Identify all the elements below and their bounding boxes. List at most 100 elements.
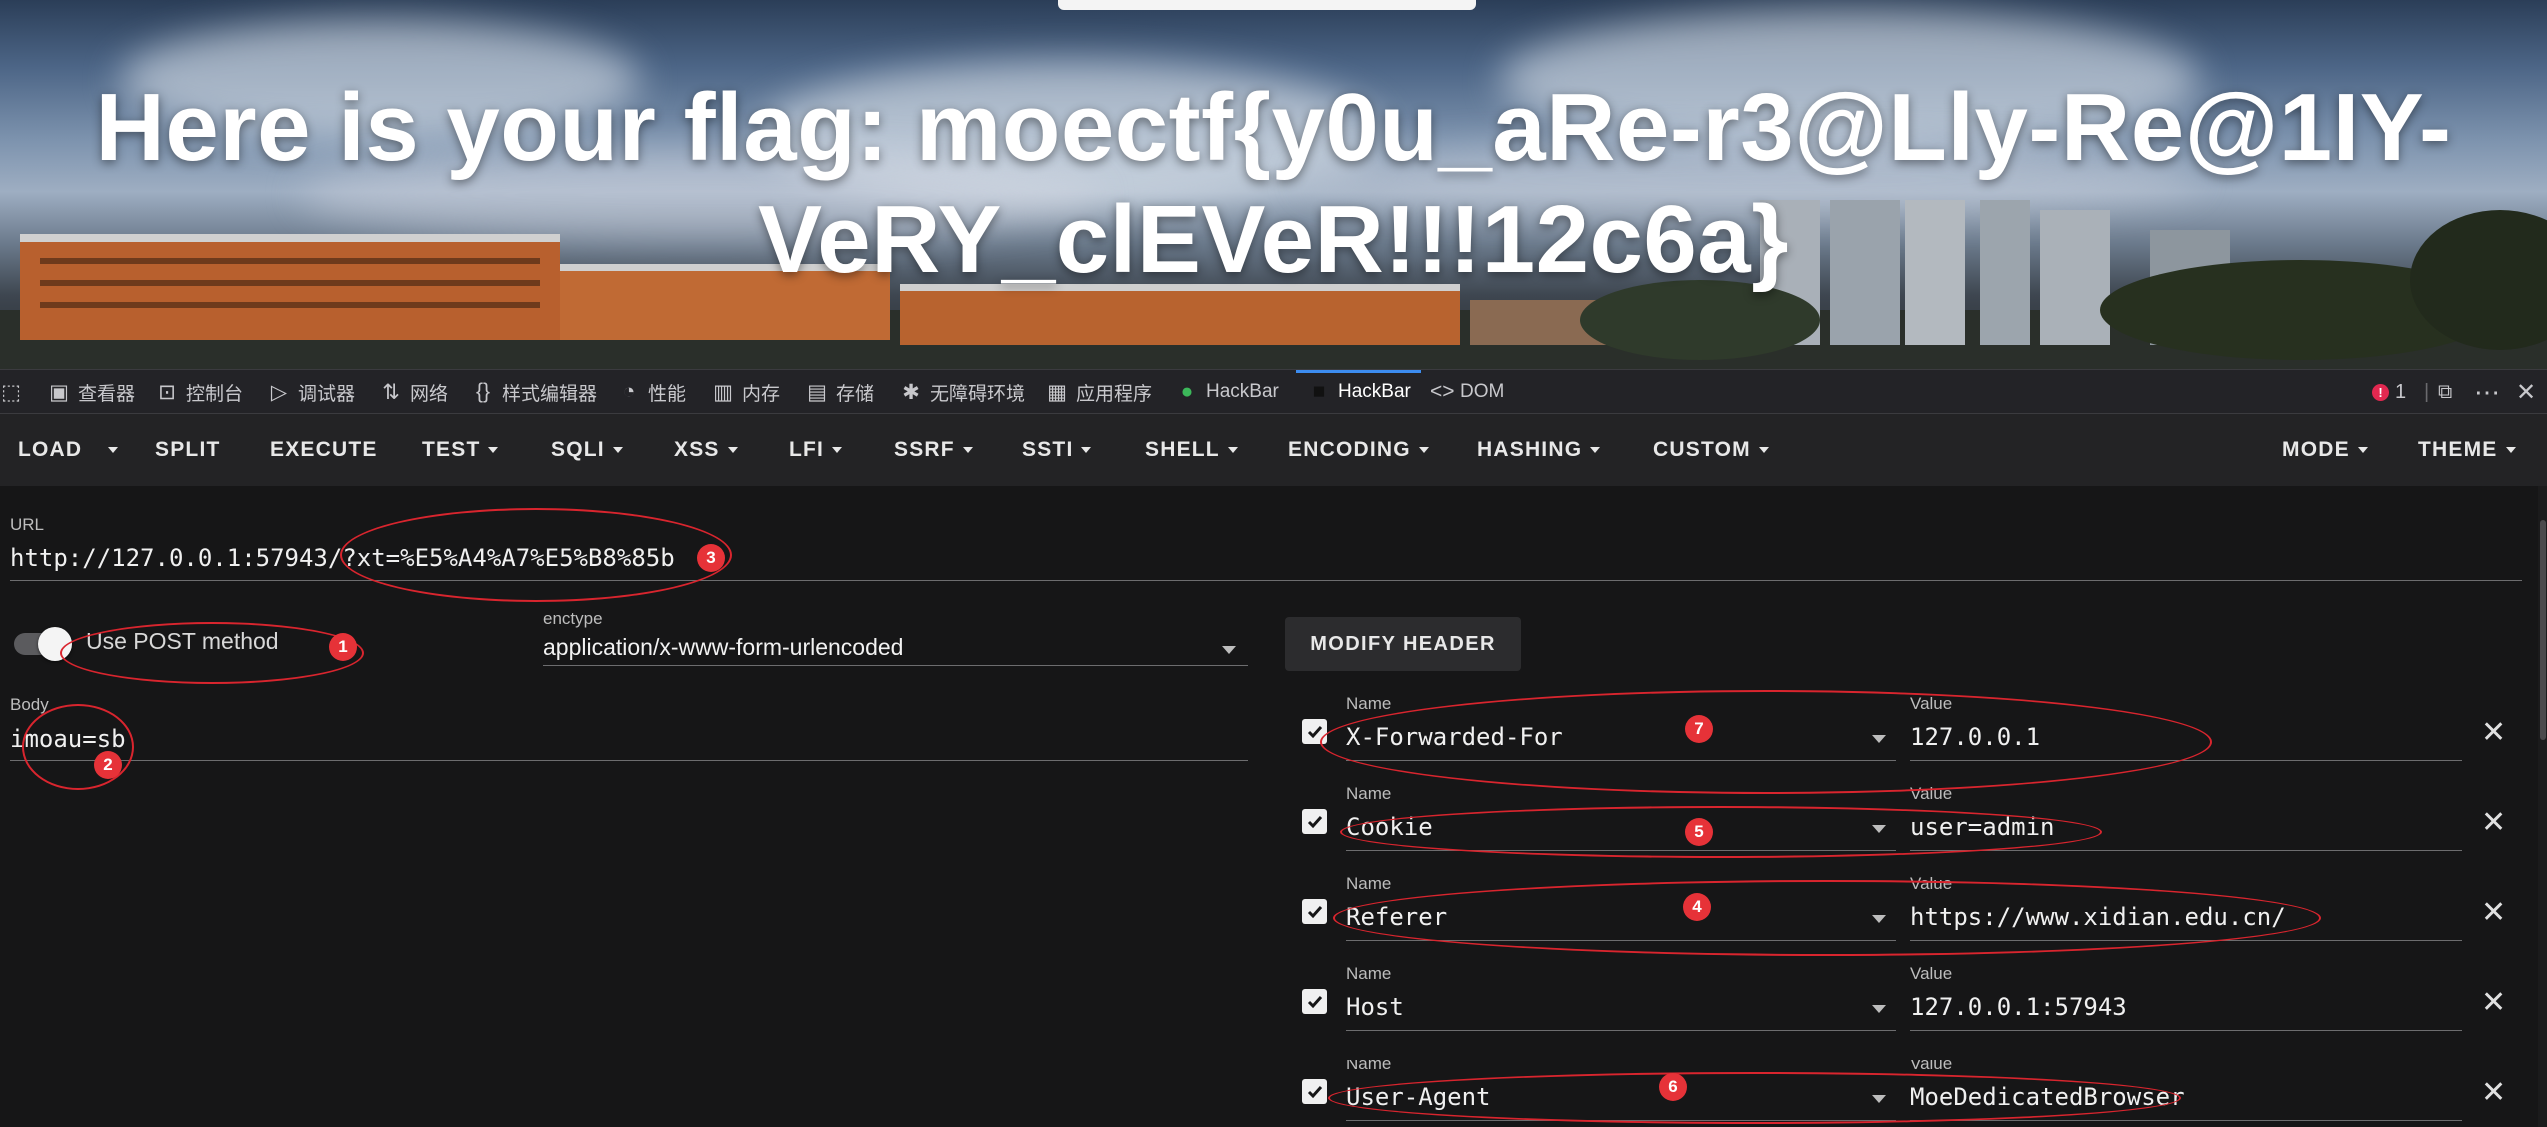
shell-menu[interactable]: SHELL: [1145, 414, 1238, 486]
header-enabled-checkbox[interactable]: [1302, 1079, 1327, 1104]
separator: |: [2424, 380, 2430, 403]
enctype-select[interactable]: application/x-www-form-urlencoded: [543, 634, 903, 661]
header-name-input[interactable]: Host: [1346, 993, 1404, 1021]
header-value-label: Value: [1910, 1060, 1953, 1073]
delete-header-icon[interactable]: ✕: [2481, 1078, 2506, 1108]
tab-storage[interactable]: ▤ 存储: [806, 370, 874, 414]
execute-button[interactable]: EXECUTE: [270, 414, 378, 486]
tab-console[interactable]: ⊡ 控制台: [156, 370, 243, 414]
mode-label: MODE: [2282, 438, 2350, 461]
load-label: LOAD: [18, 438, 83, 461]
header-name-dropdown-icon[interactable]: [1872, 915, 1886, 923]
page-top-strip: [1058, 0, 1476, 10]
flag-heading: Here is your flag: moectf{y0u_aRe-r3@Lly…: [40, 72, 2507, 296]
performance-icon: ◔: [622, 380, 636, 403]
ssrf-menu[interactable]: SSRF: [894, 414, 973, 486]
sqli-menu[interactable]: SQLI: [551, 414, 623, 486]
header-name-dropdown-icon[interactable]: [1872, 1095, 1886, 1103]
xss-menu[interactable]: XSS: [674, 414, 738, 486]
xss-label: XSS: [674, 438, 720, 461]
dom-icon: <>: [1430, 380, 1455, 403]
tab-style-editor[interactable]: {} 样式编辑器: [472, 370, 597, 414]
hackbar-menu-bar: LOAD SPLIT EXECUTE TEST SQLI XSS LFI SSR…: [0, 414, 2547, 486]
load-button[interactable]: LOAD: [18, 414, 82, 486]
tab-accessibility[interactable]: ✱ 无障碍环境: [900, 370, 1025, 414]
chevron-down-icon: [2505, 447, 2516, 453]
toggle-knob[interactable]: [38, 627, 72, 661]
header-row: Name Value Cookie user=admin ✕: [0, 784, 2547, 880]
header-name-dropdown-icon[interactable]: [1872, 825, 1886, 833]
header-enabled-checkbox[interactable]: [1302, 719, 1327, 744]
header-value-input[interactable]: https://www.xidian.edu.cn/: [1910, 903, 2286, 931]
header-value-underline: [1910, 760, 2462, 761]
url-input[interactable]: http://127.0.0.1:57943/?xt=%E5%A4%A7%E5%…: [10, 544, 675, 572]
header-name-label: Name: [1346, 784, 1392, 803]
header-name-dropdown-icon[interactable]: [1872, 1005, 1886, 1013]
tab-performance[interactable]: ◔ 性能: [618, 370, 686, 414]
application-icon: ▦: [1047, 380, 1067, 404]
custom-label: CUSTOM: [1653, 438, 1751, 461]
tab-inspector[interactable]: ▣ 查看器: [48, 370, 135, 414]
delete-header-icon[interactable]: ✕: [2481, 898, 2506, 928]
tab-dom[interactable]: <> DOM: [1430, 370, 1504, 414]
header-name-label: Name: [1346, 964, 1392, 983]
theme-menu[interactable]: THEME: [2418, 414, 2516, 486]
header-value-underline: [1910, 1120, 2462, 1121]
ssti-menu[interactable]: SSTI: [1022, 414, 1092, 486]
header-value-input[interactable]: MoeDedicatedBrowser: [1910, 1083, 2185, 1111]
enctype-label: enctype: [543, 609, 603, 628]
header-name-input[interactable]: X-Forwarded-For: [1346, 723, 1563, 751]
tab-hackbar[interactable]: ■ HackBar: [1296, 370, 1421, 414]
header-name-underline: [1346, 1120, 1896, 1121]
header-enabled-checkbox[interactable]: [1302, 989, 1327, 1014]
element-picker-icon[interactable]: ⬚: [0, 370, 22, 414]
panel-scrollbar-thumb[interactable]: [2540, 520, 2546, 740]
tab-label: 内存: [742, 383, 781, 405]
inspector-icon: ▣: [49, 380, 69, 404]
dock-layout-icon[interactable]: ⧉: [2438, 370, 2452, 414]
hashing-menu[interactable]: HASHING: [1477, 414, 1601, 486]
header-value-underline: [1910, 940, 2462, 941]
encoding-menu[interactable]: ENCODING: [1288, 414, 1429, 486]
header-name-input[interactable]: User-Agent: [1346, 1083, 1491, 1111]
header-name-dropdown-icon[interactable]: [1872, 735, 1886, 743]
delete-header-icon[interactable]: ✕: [2481, 988, 2506, 1018]
enctype-dropdown-icon[interactable]: [1222, 646, 1236, 654]
execute-label: EXECUTE: [270, 438, 378, 461]
tab-hackbar-green[interactable]: ● HackBar: [1176, 370, 1279, 414]
chevron-down-icon: [1418, 447, 1429, 453]
tab-memory[interactable]: ▥ 内存: [712, 370, 780, 414]
tab-label: HackBar: [1206, 381, 1279, 402]
tab-label: HackBar: [1338, 381, 1411, 402]
split-button[interactable]: SPLIT: [155, 414, 221, 486]
tab-network[interactable]: ⇅ 网络: [380, 370, 448, 414]
tab-application[interactable]: ▦ 应用程序: [1046, 370, 1152, 414]
close-devtools-icon[interactable]: ✕: [2516, 370, 2536, 414]
error-count-indicator[interactable]: ! 1: [2372, 370, 2406, 414]
ssrf-label: SSRF: [894, 438, 955, 461]
delete-header-icon[interactable]: ✕: [2481, 808, 2506, 838]
header-value-input[interactable]: 127.0.0.1:57943: [1910, 993, 2127, 1021]
header-name-input[interactable]: Cookie: [1346, 813, 1433, 841]
header-enabled-checkbox[interactable]: [1302, 809, 1327, 834]
header-value-input[interactable]: 127.0.0.1: [1910, 723, 2040, 751]
header-value-input[interactable]: user=admin: [1910, 813, 2055, 841]
load-dropdown-icon[interactable]: [108, 414, 118, 486]
mode-menu[interactable]: MODE: [2282, 414, 2368, 486]
lfi-menu[interactable]: LFI: [789, 414, 843, 486]
header-name-input[interactable]: Referer: [1346, 903, 1447, 931]
header-row: Name Value X-Forwarded-For 127.0.0.1 ✕: [0, 694, 2547, 790]
header-enabled-checkbox[interactable]: [1302, 899, 1327, 924]
style-editor-icon: {}: [475, 380, 491, 403]
modify-header-button[interactable]: MODIFY HEADER: [1285, 617, 1521, 671]
tab-label: 无障碍环境: [930, 383, 1026, 405]
header-row: Name Value Referer https://www.xidian.ed…: [0, 874, 2547, 970]
custom-menu[interactable]: CUSTOM: [1653, 414, 1769, 486]
devtools-tab-bar: ⬚ ▣ 查看器 ⊡ 控制台 ▷ 调试器 ⇅ 网络 {} 样式编辑器 ◔ 性能 ▥ 内存 ▤ 存储…: [0, 369, 2547, 414]
delete-header-icon[interactable]: ✕: [2481, 718, 2506, 748]
test-menu[interactable]: TEST: [422, 414, 499, 486]
tab-debugger[interactable]: ▷ 调试器: [268, 370, 355, 414]
chevron-down-icon: [1227, 447, 1238, 453]
more-options-icon[interactable]: ⋯: [2474, 370, 2500, 414]
post-method-label: Use POST method: [86, 628, 279, 654]
